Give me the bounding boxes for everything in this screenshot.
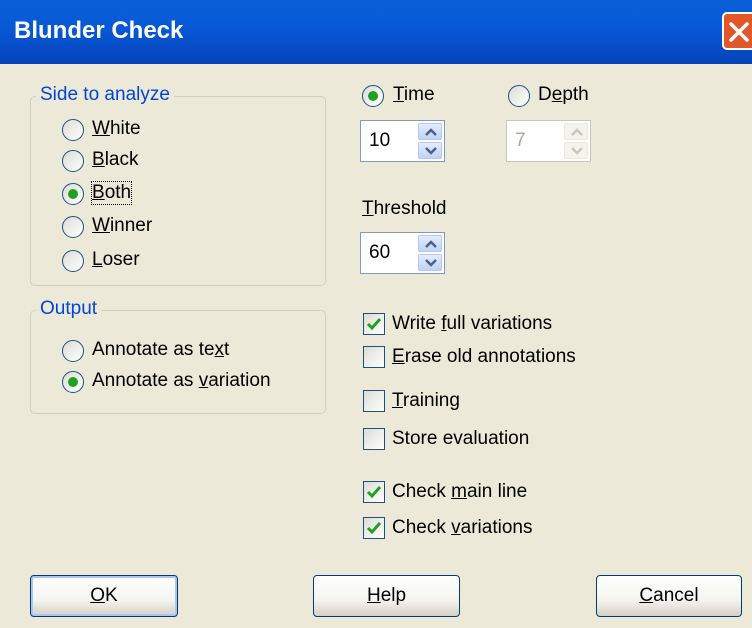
output-legend: Output — [36, 298, 102, 320]
side-to-analyze-legend: Side to analyze — [36, 84, 174, 106]
threshold-label: Threshold — [362, 198, 447, 219]
chevron-up-icon — [571, 128, 583, 136]
radio-both-label: Both — [90, 181, 133, 205]
check-main-line-checkbox[interactable] — [363, 481, 385, 503]
window-title: Blunder Check — [14, 17, 184, 44]
erase-old-annotations-label: Erase old annotations — [392, 346, 576, 367]
radio-black[interactable] — [62, 150, 84, 172]
threshold-spinner[interactable]: 60 — [360, 232, 445, 274]
radio-winner-label: Winner — [92, 215, 153, 236]
training-label: Training — [392, 390, 460, 411]
depth-spin-down-button — [564, 142, 588, 159]
title-bar: Blunder Check — [0, 0, 752, 64]
check-main-line-label: Check main line — [392, 481, 528, 502]
radio-annotate-variation[interactable] — [62, 371, 84, 393]
radio-time[interactable] — [362, 85, 384, 107]
close-icon — [729, 22, 749, 42]
threshold-spin-up-button[interactable] — [418, 235, 442, 252]
checkmark-icon — [366, 318, 382, 331]
write-full-variations-checkbox[interactable] — [363, 313, 385, 335]
store-evaluation-checkbox[interactable] — [363, 428, 385, 450]
time-value[interactable]: 10 — [369, 130, 390, 152]
radio-time-label: Time — [393, 84, 435, 105]
training-checkbox[interactable] — [363, 390, 385, 412]
ok-button[interactable]: OK — [30, 575, 178, 617]
radio-loser-label: Loser — [92, 249, 140, 270]
depth-value: 7 — [515, 130, 526, 151]
radio-black-label: Black — [92, 149, 139, 170]
radio-annotate-text[interactable] — [62, 340, 84, 362]
time-spin-up-button[interactable] — [418, 123, 442, 140]
radio-winner[interactable] — [62, 216, 84, 238]
checkmark-icon — [366, 522, 382, 535]
threshold-value[interactable]: 60 — [369, 242, 390, 264]
depth-spin-up-button — [564, 123, 588, 140]
radio-white[interactable] — [62, 119, 84, 141]
chevron-up-icon — [425, 128, 437, 136]
write-full-variations-label: Write full variations — [392, 313, 553, 334]
time-spinner[interactable]: 10 — [360, 120, 445, 162]
radio-depth-label: Depth — [538, 84, 589, 105]
checkmark-icon — [366, 486, 382, 499]
chevron-down-icon — [571, 147, 583, 155]
chevron-down-icon — [425, 259, 437, 267]
chevron-up-icon — [425, 240, 437, 248]
close-button[interactable] — [722, 12, 752, 50]
store-evaluation-label: Store evaluation — [392, 428, 530, 449]
check-variations-checkbox[interactable] — [363, 517, 385, 539]
radio-loser[interactable] — [62, 250, 84, 272]
radio-annotate-text-label: Annotate as text — [92, 339, 230, 360]
time-spin-down-button[interactable] — [418, 142, 442, 159]
help-button[interactable]: Help — [313, 575, 460, 617]
radio-annotate-variation-label: Annotate as variation — [92, 370, 271, 391]
erase-old-annotations-checkbox[interactable] — [363, 346, 385, 368]
output-group — [30, 310, 326, 414]
radio-both[interactable] — [62, 183, 84, 205]
cancel-button[interactable]: Cancel — [596, 575, 742, 617]
radio-white-label: White — [92, 118, 141, 139]
radio-depth[interactable] — [508, 85, 530, 107]
depth-spinner: 7 — [506, 120, 591, 162]
threshold-spin-down-button[interactable] — [418, 254, 442, 271]
chevron-down-icon — [425, 147, 437, 155]
check-variations-label: Check variations — [392, 517, 533, 538]
